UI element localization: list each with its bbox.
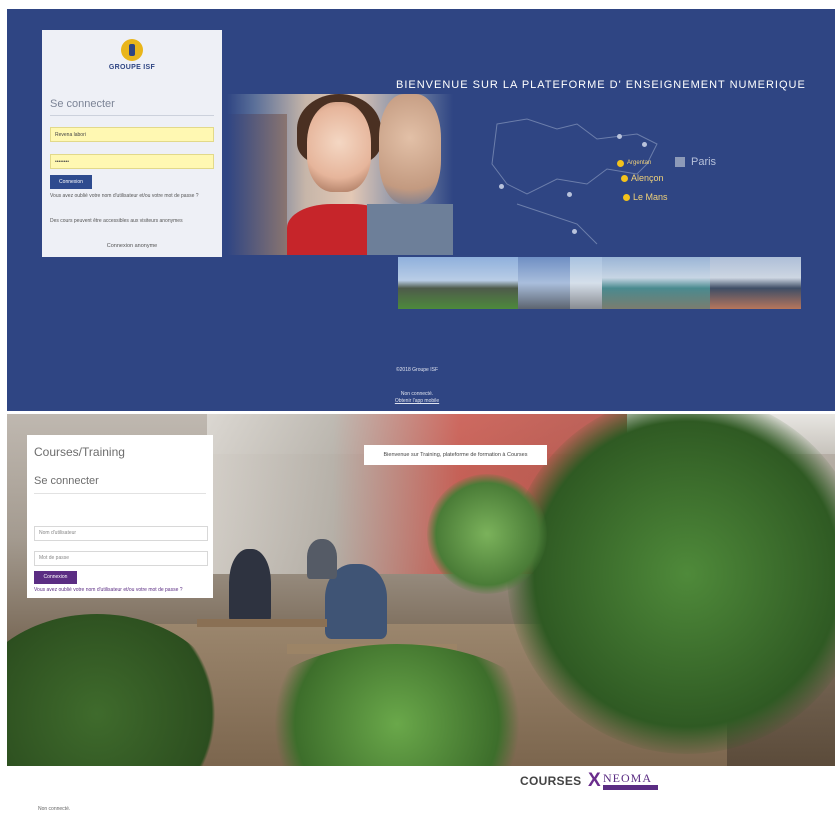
city-argentan: Argentan — [627, 160, 652, 166]
map-city-marker-icon — [499, 184, 504, 189]
map-city-marker-icon — [617, 134, 622, 139]
not-connected-text: Non connecté. — [38, 806, 71, 812]
login-button[interactable]: Connexion — [34, 571, 77, 584]
logo-neoma-text: NEOMA — [603, 771, 652, 785]
map-city-marker-icon — [567, 192, 572, 197]
guest-access-info: Des cours peuvent être accessibles aux v… — [50, 218, 183, 224]
campus-buildings-strip — [398, 257, 801, 309]
building-photo — [518, 257, 570, 309]
logo-x-mark: X — [588, 770, 601, 791]
background-bench — [197, 619, 327, 627]
login-button[interactable]: Connexion — [50, 175, 92, 189]
username-field[interactable]: Nom d'utilisateur — [34, 526, 208, 541]
login-title: Se connecter — [34, 475, 99, 487]
divider — [50, 115, 214, 116]
foreground-plant — [427, 474, 547, 594]
map-city-marker-icon — [675, 157, 685, 167]
forgot-password-link[interactable]: Vous avez oublié votre nom d'utilisateur… — [34, 587, 210, 594]
welcome-banner: Bienvenue sur Training, plateforme de fo… — [364, 445, 547, 465]
logo-underline-bar — [603, 785, 658, 790]
login-title: Se connecter — [50, 98, 115, 110]
copyright-text: ©2018 Groupe ISF — [395, 367, 439, 373]
isf-login-screen: GROUPE ISF Se connecter Revena labori ••… — [7, 9, 835, 411]
map-city-marker-icon — [621, 175, 628, 182]
map-outline — [491, 118, 658, 245]
building-photo — [710, 257, 801, 309]
building-photo — [570, 257, 602, 309]
building-photo — [602, 257, 710, 309]
building-photo — [398, 257, 518, 309]
not-connected-text: Non connecté. — [400, 391, 434, 397]
isf-login-panel: GROUPE ISF Se connecter Revena labori ••… — [42, 30, 222, 257]
welcome-heading: BIENVENUE SUR LA PLATEFORME D' ENSEIGNEM… — [396, 79, 806, 91]
city-le-mans: Le Mans — [633, 192, 668, 202]
background-person — [307, 539, 337, 579]
mobile-app-link[interactable]: Obtenir l'app mobile — [382, 398, 452, 404]
divider — [34, 493, 206, 494]
map-city-marker-icon — [642, 142, 647, 147]
neoma-login-screen: Courses/Training Se connecter Nom d'util… — [7, 414, 835, 766]
map-city-marker-icon — [617, 160, 624, 167]
isf-logo-text: GROUPE ISF — [108, 64, 156, 71]
site-title: Courses/Training — [34, 445, 125, 459]
map-city-marker-icon — [623, 194, 630, 201]
username-field[interactable]: Revena labori — [50, 127, 214, 142]
guest-login-button[interactable]: Connexion anonyme — [42, 243, 222, 249]
background-person — [229, 549, 271, 624]
password-field[interactable]: Mot de passe — [34, 551, 208, 566]
courses-neoma-logo: COURSES X NEOMA — [520, 770, 660, 792]
students-photo — [227, 94, 453, 255]
logo-courses-text: COURSES — [520, 774, 582, 788]
campus-map: Argentan Alençon Le Mans Paris — [487, 104, 737, 254]
forgot-password-link[interactable]: Vous avez oublié votre nom d'utilisateur… — [50, 193, 216, 200]
password-field[interactable]: •••••••• — [50, 154, 214, 169]
city-paris: Paris — [691, 156, 717, 168]
city-alencon: Alençon — [631, 173, 664, 183]
isf-logo: GROUPE ISF — [96, 39, 168, 79]
isf-sun-logo-icon — [121, 39, 143, 61]
neoma-login-panel: Courses/Training Se connecter Nom d'util… — [27, 435, 213, 598]
map-city-marker-icon — [572, 229, 577, 234]
